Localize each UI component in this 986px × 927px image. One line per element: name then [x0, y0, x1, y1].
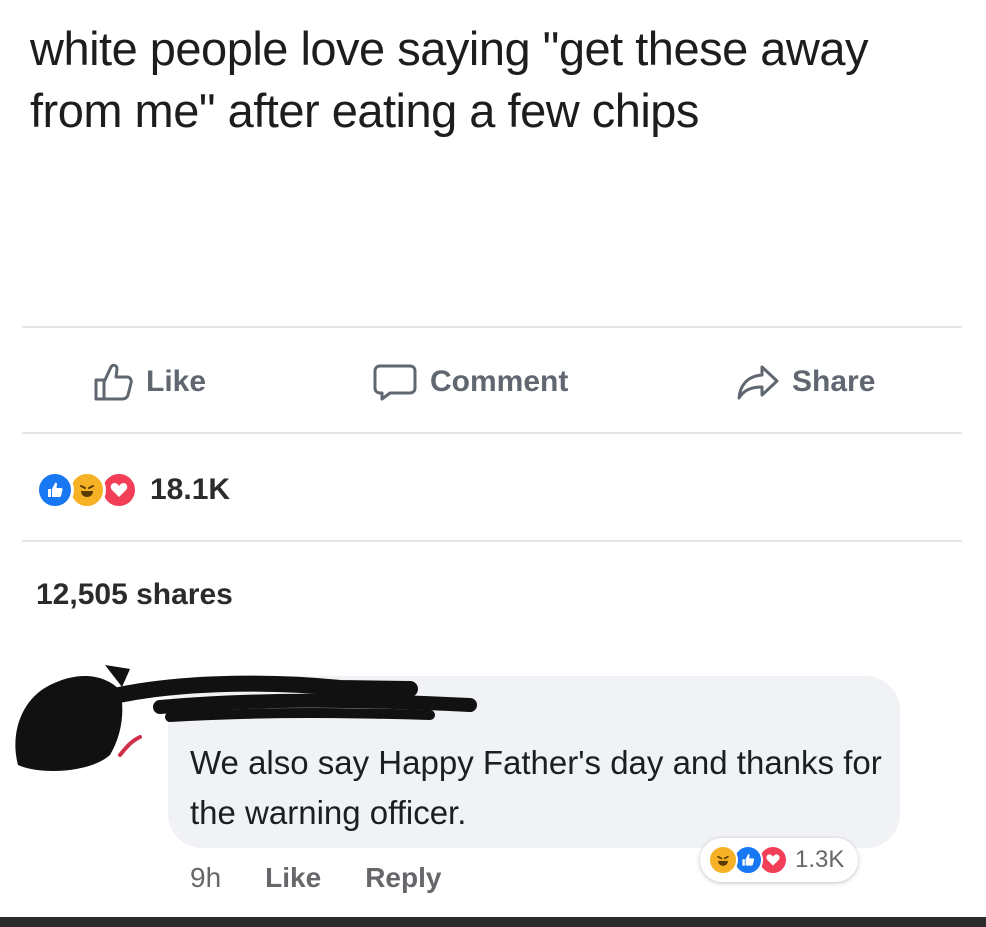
share-icon [737, 365, 779, 400]
haha-reaction-icon [708, 845, 738, 875]
comment-reactions-badge[interactable]: 1.3K [700, 838, 859, 882]
comment-text: We also say Happy Father's day and thank… [190, 744, 882, 831]
post-text: white people love saying "get these away… [30, 22, 869, 137]
comment-reaction-count: 1.3K [795, 846, 845, 873]
comment-label: Comment [430, 365, 569, 398]
reactions-summary[interactable]: 18.1K [36, 470, 230, 510]
reaction-count: 18.1K [150, 473, 231, 506]
bottom-edge [0, 917, 986, 927]
shares-count[interactable]: 12,505 shares [36, 578, 233, 612]
comment-icon [373, 364, 417, 401]
comment-like-link[interactable]: Like [265, 862, 321, 894]
comment-reply-link[interactable]: Reply [365, 862, 441, 894]
comment-time[interactable]: 9h [190, 862, 221, 894]
share-button[interactable]: Share [736, 352, 875, 412]
like-button[interactable]: Like [92, 352, 206, 412]
comment-meta: 9h Like Reply [190, 862, 485, 894]
divider [22, 326, 962, 328]
divider [22, 540, 962, 542]
divider [22, 432, 962, 434]
comment-button[interactable]: Comment [372, 352, 568, 412]
like-reaction-icon [36, 471, 74, 509]
share-label: Share [792, 365, 876, 398]
thumbs-up-icon [94, 363, 133, 401]
like-label: Like [146, 365, 207, 398]
post-actions-bar: Like Comment Share [0, 352, 986, 412]
